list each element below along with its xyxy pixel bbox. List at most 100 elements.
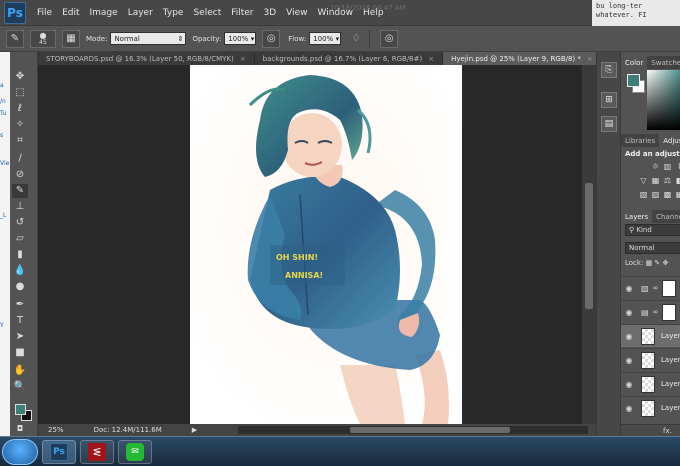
hue-saturation-icon[interactable]: ▦ (651, 176, 660, 185)
close-icon[interactable]: × (587, 55, 593, 63)
move-tool-icon[interactable]: ✥ (12, 70, 28, 84)
zoom-tool-icon[interactable]: 🔍 (12, 380, 28, 394)
black-white-icon[interactable]: ◧ (675, 176, 680, 185)
fx-button[interactable]: fx. (663, 427, 672, 435)
invert-icon[interactable]: ▧ (639, 190, 648, 199)
tab-channels[interactable]: Channels (652, 210, 680, 223)
close-icon[interactable]: × (240, 55, 246, 63)
menu-select[interactable]: Select (188, 8, 226, 18)
brightness-icon[interactable]: ☼ (651, 162, 660, 171)
tab-layers[interactable]: Layers (621, 210, 653, 223)
line-taskbar-button[interactable]: ✉ (118, 440, 152, 464)
eraser-tool-icon[interactable]: ▱ (12, 232, 28, 246)
layer-row[interactable]: ◉ Layer (621, 372, 680, 395)
brush-tool-icon[interactable]: ✎ (12, 184, 28, 198)
airbrush-icon[interactable]: ♢ (347, 30, 365, 48)
quick-select-tool-icon[interactable]: ✧ (12, 118, 28, 132)
menu-type[interactable]: Type (158, 8, 189, 18)
color-balance-icon[interactable]: ⚖ (663, 176, 672, 185)
visibility-eye-icon[interactable]: ◉ (623, 380, 635, 389)
horizontal-scroll-thumb[interactable] (350, 427, 510, 433)
visibility-eye-icon[interactable]: ◉ (623, 404, 635, 413)
layer-row[interactable]: ◉ ▤ ∞ (621, 300, 680, 323)
opacity-field[interactable]: 100% ▾ (224, 32, 257, 45)
layer-row[interactable]: ◉ Layer (621, 348, 680, 371)
lock-pixels-icon[interactable]: ▦ (646, 259, 653, 267)
gradient-map-icon[interactable]: ▦ (675, 190, 680, 199)
threshold-icon[interactable]: ▩ (663, 190, 672, 199)
levels-icon[interactable]: ▥ (663, 162, 672, 171)
hand-tool-icon[interactable]: ✋ (12, 364, 28, 378)
tab-color[interactable]: Color (621, 56, 648, 69)
history-panel-icon[interactable]: ⎘ (601, 62, 617, 78)
brush-panel-icon[interactable]: ▦ (62, 29, 80, 48)
healing-brush-tool-icon[interactable]: ⊘ (12, 168, 28, 182)
blend-mode-select[interactable]: Normal (625, 242, 680, 254)
menu-file[interactable]: File (32, 8, 57, 18)
foreground-color-swatch[interactable] (627, 74, 640, 87)
curves-icon[interactable]: ⌇ (675, 162, 680, 171)
menu-filter[interactable]: Filter (226, 8, 258, 18)
type-tool-icon[interactable]: T (12, 314, 28, 328)
quick-mask-icon[interactable]: ◘ (12, 422, 28, 436)
posterize-icon[interactable]: ▨ (651, 190, 660, 199)
shape-tool-icon[interactable]: ■ (12, 346, 28, 360)
menu-view[interactable]: View (281, 8, 312, 18)
path-select-tool-icon[interactable]: ➤ (12, 330, 28, 344)
acrobat-taskbar-button[interactable]: ᓬ (80, 440, 114, 464)
vertical-scrollbar[interactable] (582, 65, 596, 424)
zoom-level[interactable]: 25% (48, 426, 64, 434)
status-arrow-icon[interactable]: ▶ (192, 426, 197, 434)
brush-preset-picker[interactable]: ● 45 (30, 29, 56, 48)
marquee-tool-icon[interactable]: ⬚ (12, 86, 28, 100)
lasso-tool-icon[interactable]: ℓ (12, 102, 28, 116)
dodge-tool-icon[interactable]: ● (12, 280, 28, 294)
document-canvas[interactable]: OH SHIN! ANNISA! (190, 65, 462, 424)
horizontal-scrollbar[interactable] (238, 426, 588, 434)
canvas-workspace[interactable]: OH SHIN! ANNISA! (38, 65, 596, 424)
lock-position-icon[interactable]: ✥ (663, 259, 669, 267)
adjustment-layer-icon: ▤ (641, 307, 649, 317)
layer-row-selected[interactable]: ◉ Layer (621, 324, 680, 347)
close-icon[interactable]: × (428, 55, 434, 63)
start-button[interactable] (2, 439, 38, 465)
flow-field[interactable]: 100% ▾ (309, 32, 342, 45)
vertical-scroll-thumb[interactable] (585, 183, 593, 309)
color-picker-field[interactable] (647, 70, 680, 130)
visibility-eye-icon[interactable]: ◉ (623, 308, 635, 317)
visibility-eye-icon[interactable]: ◉ (623, 284, 635, 293)
blur-tool-icon[interactable]: 💧 (12, 264, 28, 278)
vibrance-icon[interactable]: ▽ (639, 176, 648, 185)
layer-row[interactable]: ◉ ▨ ∞ (621, 276, 680, 299)
crop-tool-icon[interactable]: ⌗ (12, 134, 28, 148)
tab-libraries[interactable]: Libraries (621, 134, 659, 147)
mode-select[interactable]: Normal ⇕ (110, 32, 187, 45)
tab-swatches[interactable]: Swatches (647, 56, 680, 69)
menu-3d[interactable]: 3D (259, 8, 282, 18)
tab-storyboards[interactable]: STORYBOARDS.psd @ 16.3% (Layer 50, RGB/8… (38, 52, 255, 65)
properties-panel-icon[interactable]: ⊞ (601, 92, 617, 108)
tab-hyejin[interactable]: Hyejin.psd @ 25% (Layer 9, RGB/8) * × (443, 52, 602, 65)
stamp-tool-icon[interactable]: ⊥ (12, 200, 28, 214)
visibility-eye-icon[interactable]: ◉ (623, 332, 635, 341)
layer-row[interactable]: ◉ Layer (621, 396, 680, 419)
pen-tool-icon[interactable]: ✒ (12, 298, 28, 312)
brush-presets-icon[interactable]: ▤ (601, 116, 617, 132)
adjustment-layer-icon: ▨ (641, 283, 649, 293)
menu-image[interactable]: Image (85, 8, 123, 18)
tab-backgrounds[interactable]: backgrounds.psd @ 16.7% (Layer 6, RGB/8#… (254, 52, 444, 65)
eyedropper-tool-icon[interactable]: ∕ (12, 152, 28, 166)
history-brush-tool-icon[interactable]: ↺ (12, 216, 28, 230)
brush-tool-icon[interactable]: ✎ (6, 29, 24, 48)
foreground-color-swatch[interactable] (15, 404, 26, 415)
photoshop-taskbar-button[interactable]: Ps (42, 440, 76, 464)
layer-filter-kind[interactable]: ⚲ Kind (625, 224, 680, 236)
gradient-tool-icon[interactable]: ▮ (12, 248, 28, 262)
menu-layer[interactable]: Layer (123, 8, 158, 18)
tab-adjustments[interactable]: Adjustments (659, 134, 680, 147)
pressure-size-icon[interactable]: ◎ (380, 29, 399, 48)
lock-brush-icon[interactable]: ✎ (654, 259, 660, 267)
pressure-opacity-icon[interactable]: ◎ (262, 29, 281, 48)
menu-edit[interactable]: Edit (57, 8, 84, 18)
visibility-eye-icon[interactable]: ◉ (623, 356, 635, 365)
